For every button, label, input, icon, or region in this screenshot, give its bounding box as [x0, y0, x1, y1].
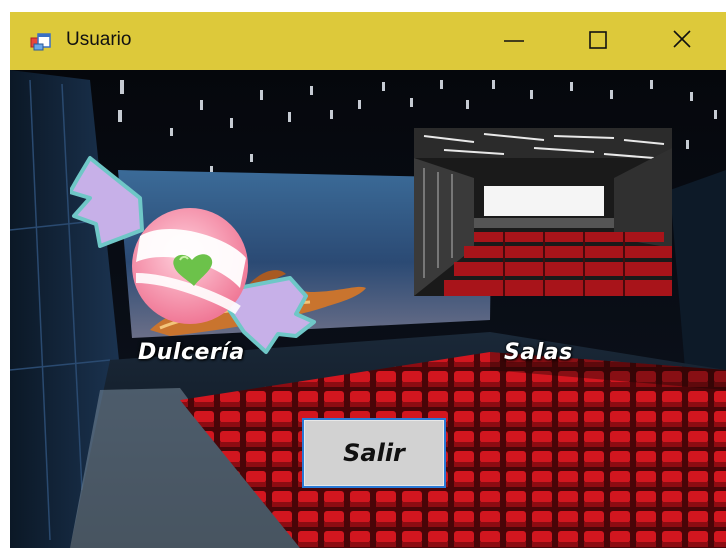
dulceria-label: Dulcería: [138, 340, 245, 365]
salir-button[interactable]: Salir: [302, 418, 446, 488]
close-button[interactable]: [654, 20, 710, 60]
usuario-window: Usuario Dulcería Salas Salir: [10, 12, 726, 548]
salas-theater-photo[interactable]: [414, 128, 672, 296]
dulceria-candy-image[interactable]: [70, 138, 330, 358]
maximize-icon: [589, 31, 607, 49]
form-client-area: Dulcería Salas Salir: [10, 70, 726, 548]
minimize-icon: [504, 40, 524, 42]
title-bar[interactable]: Usuario: [10, 12, 726, 70]
windows-form-icon: [30, 32, 52, 52]
minimize-button[interactable]: [486, 20, 542, 60]
close-icon: [673, 30, 691, 48]
window-title: Usuario: [66, 29, 132, 50]
maximize-button[interactable]: [570, 20, 626, 60]
salas-label: Salas: [504, 340, 573, 365]
